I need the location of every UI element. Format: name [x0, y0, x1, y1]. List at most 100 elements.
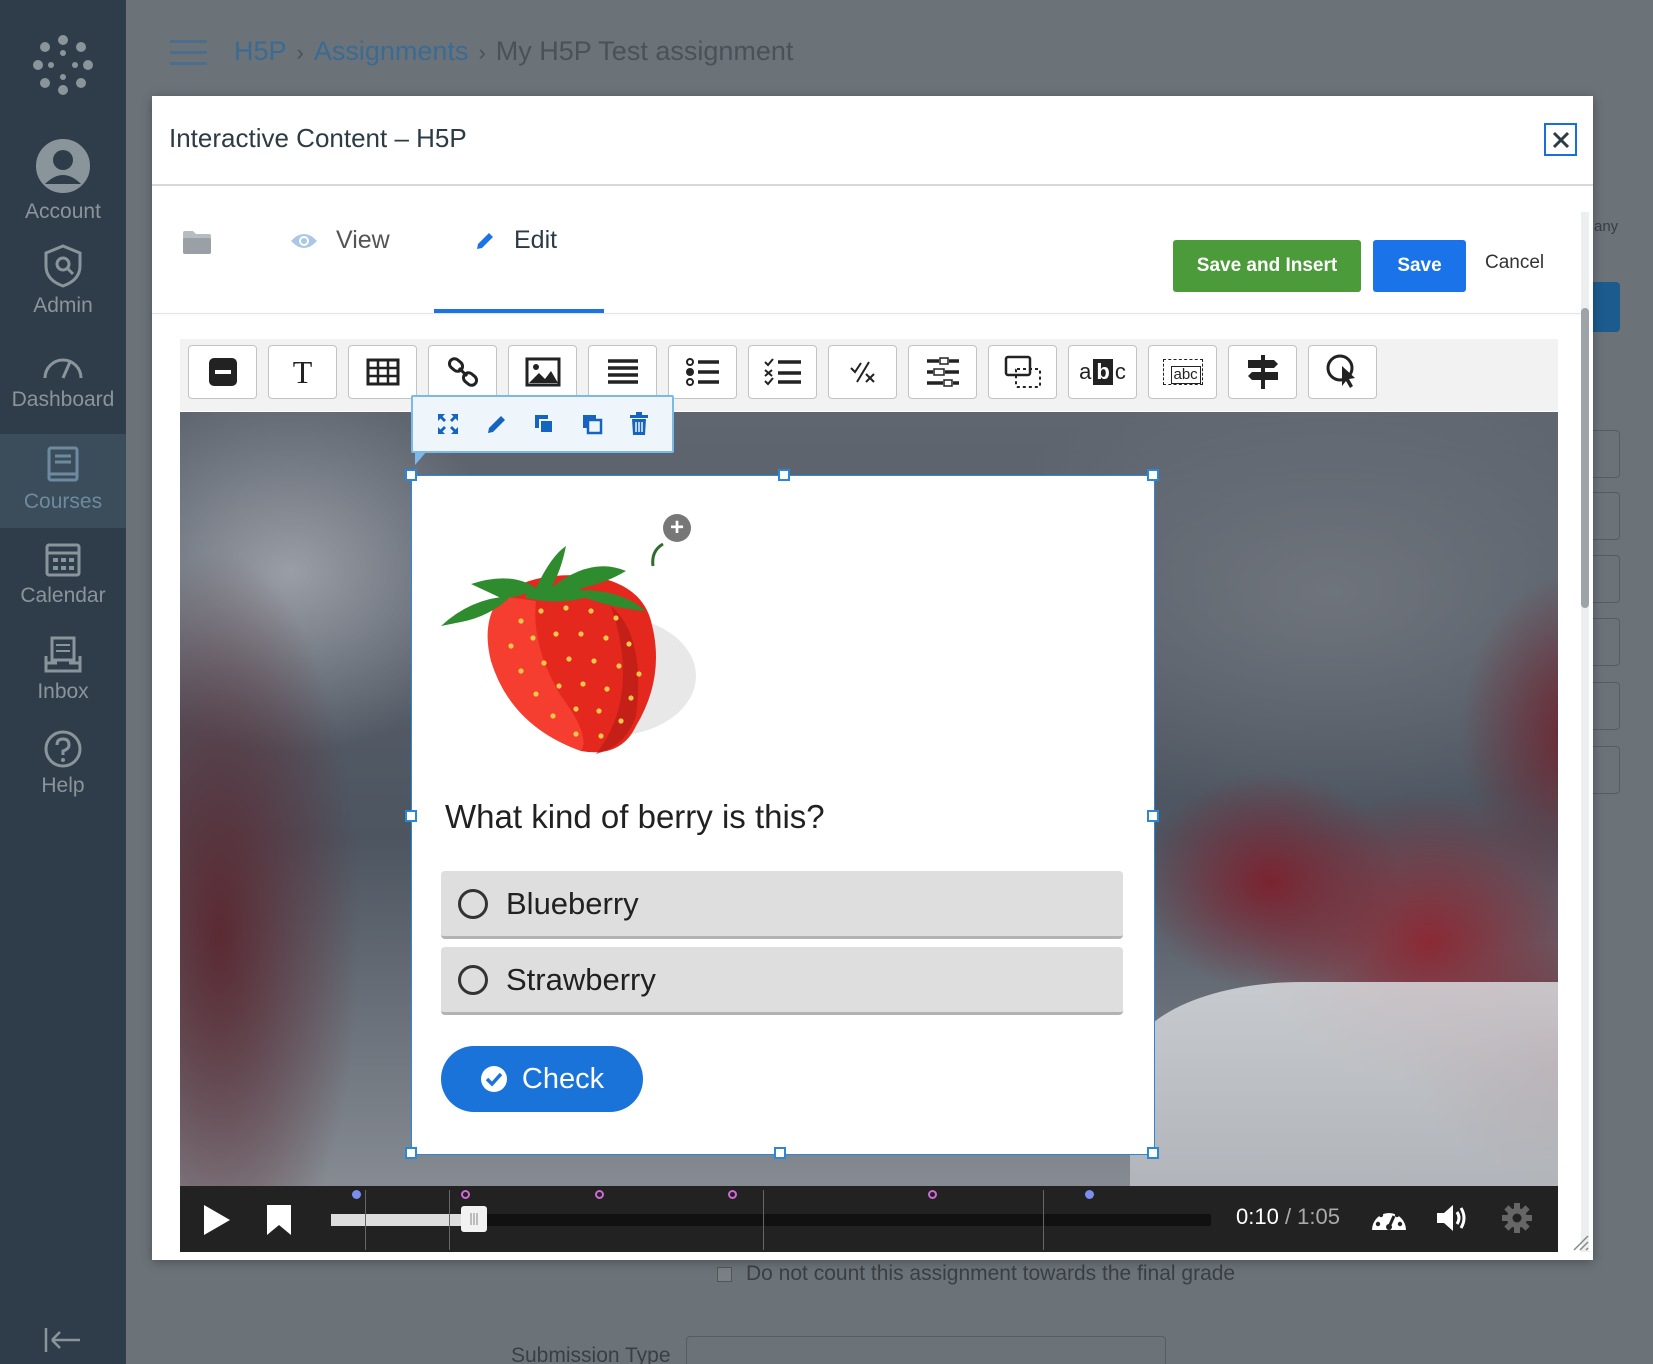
link-tool-icon — [447, 357, 478, 387]
save-and-insert-button[interactable]: Save and Insert — [1173, 240, 1361, 292]
scrollbar-thumb[interactable] — [1581, 308, 1589, 608]
resize-handle[interactable] — [1147, 810, 1159, 822]
progress-handle[interactable] — [461, 1206, 487, 1232]
submission-type-label: Submission Type — [511, 1344, 671, 1364]
modal-scrollbar[interactable] — [1581, 212, 1589, 1252]
resize-handle[interactable] — [1147, 1147, 1159, 1159]
single-choice-tool-button[interactable] — [668, 345, 737, 399]
chapter-marker — [1043, 1190, 1044, 1250]
resize-handle[interactable] — [405, 1147, 417, 1159]
interaction-marker[interactable] — [728, 1190, 737, 1199]
hamburger-menu-icon[interactable] — [170, 40, 207, 73]
nav-help[interactable]: Help — [0, 730, 126, 798]
add-icon[interactable]: + — [663, 514, 691, 542]
cancel-button[interactable]: Cancel — [1485, 252, 1544, 274]
interaction-marker[interactable] — [461, 1190, 470, 1199]
fullscreen-icon[interactable] — [436, 412, 460, 436]
resize-handle[interactable] — [405, 810, 417, 822]
resize-handle[interactable] — [405, 469, 417, 481]
bring-to-front-icon[interactable] — [533, 413, 555, 435]
table-tool-button[interactable] — [348, 345, 417, 399]
volume-icon[interactable] — [1435, 1202, 1471, 1234]
fill-in-blanks-tool-icon — [926, 357, 959, 387]
nav-dashboard[interactable]: Dashboard — [0, 350, 126, 412]
tab-edit[interactable]: Edit — [474, 226, 557, 255]
progress-bar[interactable] — [331, 1190, 1211, 1250]
nav-account-label: Account — [25, 200, 101, 223]
play-icon[interactable] — [202, 1204, 232, 1236]
close-button[interactable] — [1544, 123, 1577, 156]
interaction-marker[interactable] — [928, 1190, 937, 1199]
edit-icon[interactable] — [486, 413, 508, 435]
send-to-back-icon[interactable] — [581, 413, 603, 435]
nav-calendar[interactable]: Calendar — [0, 540, 126, 608]
settings-gear-icon[interactable] — [1501, 1202, 1533, 1234]
progress-bar-fill — [331, 1214, 465, 1226]
breadcrumb-course[interactable]: H5P — [234, 36, 287, 66]
delete-icon[interactable] — [629, 412, 649, 436]
multiple-choice-tool-button[interactable] — [748, 345, 817, 399]
single-choice-interaction[interactable]: + What kind of berry is this? Blueberry … — [405, 469, 1159, 1159]
tab-view[interactable]: View — [290, 226, 390, 255]
link-tool-button[interactable] — [428, 345, 497, 399]
single-choice-tool-icon — [685, 358, 719, 386]
folder-icon[interactable] — [182, 229, 212, 255]
resize-handle-icon[interactable] — [1570, 1232, 1590, 1252]
statements-tool-button[interactable] — [588, 345, 657, 399]
drag-text-tool-button[interactable]: abc — [1148, 345, 1217, 399]
grip-icon — [470, 1213, 478, 1225]
mark-words-tool-button[interactable]: abc — [1068, 345, 1137, 399]
collapse-arrow-icon[interactable] — [44, 1326, 82, 1354]
true-false-tool-button[interactable] — [828, 345, 897, 399]
mark-words-glyph: a — [1079, 359, 1092, 384]
nav-help-label: Help — [41, 774, 85, 797]
text-tool-icon: T — [292, 353, 313, 390]
crossroads-tool-button[interactable] — [1228, 345, 1297, 399]
mark-words-tool-icon: abc — [1079, 359, 1126, 385]
answer-option-strawberry[interactable]: Strawberry — [441, 947, 1123, 1015]
resize-handle[interactable] — [1147, 469, 1159, 481]
image-tool-button[interactable] — [508, 345, 577, 399]
canvas-logo-icon[interactable] — [31, 33, 95, 97]
background-field — [1590, 492, 1620, 540]
navigation-hotspot-tool-button[interactable] — [1308, 345, 1377, 399]
fill-in-blanks-tool-button[interactable] — [908, 345, 977, 399]
nav-admin[interactable]: Admin — [0, 244, 126, 318]
check-button[interactable]: Check — [441, 1046, 643, 1112]
drag-and-drop-tool-button[interactable] — [988, 345, 1057, 399]
editor-toolbar: T abc abc — [180, 339, 1558, 411]
book-icon — [47, 446, 79, 482]
inbox-icon — [44, 636, 82, 673]
label-tool-button[interactable] — [188, 345, 257, 399]
drag-text-tool-icon: abc — [1162, 359, 1203, 385]
bookmark-marker[interactable] — [352, 1190, 361, 1199]
mark-words-glyph: c — [1114, 359, 1126, 384]
answer-label: Blueberry — [506, 885, 639, 921]
help-icon — [44, 730, 82, 768]
breadcrumb-assignments[interactable]: Assignments — [314, 36, 469, 66]
bookmark-icon[interactable] — [266, 1204, 292, 1236]
text-tool-button[interactable]: T — [268, 345, 337, 399]
close-icon — [1552, 131, 1569, 148]
resize-handle[interactable] — [778, 469, 790, 481]
user-avatar-icon — [36, 139, 90, 193]
bookmark-marker[interactable] — [1085, 1190, 1094, 1199]
nav-inbox[interactable]: Inbox — [0, 636, 126, 704]
crossroads-tool-icon — [1247, 355, 1278, 389]
interaction-marker[interactable] — [595, 1190, 604, 1199]
breadcrumb-separator: › — [478, 40, 486, 65]
save-button[interactable]: Save — [1373, 240, 1466, 292]
radio-button[interactable] — [458, 888, 488, 919]
resize-handle[interactable] — [774, 1147, 786, 1159]
nav-courses[interactable]: Courses — [0, 434, 126, 528]
dashboard-icon — [43, 358, 83, 379]
playback-speed-icon[interactable] — [1370, 1202, 1408, 1234]
nav-account[interactable]: Account — [0, 138, 126, 224]
element-toolbar — [411, 395, 674, 465]
background-field — [1590, 746, 1620, 794]
time-display: 0:10 / 1:05 — [1236, 1204, 1340, 1230]
tab-edit-label: Edit — [514, 226, 558, 254]
global-navigation: Account Admin Dashboard Courses Calendar — [0, 0, 126, 1364]
radio-button[interactable] — [458, 964, 488, 995]
answer-option-blueberry[interactable]: Blueberry — [441, 871, 1123, 939]
